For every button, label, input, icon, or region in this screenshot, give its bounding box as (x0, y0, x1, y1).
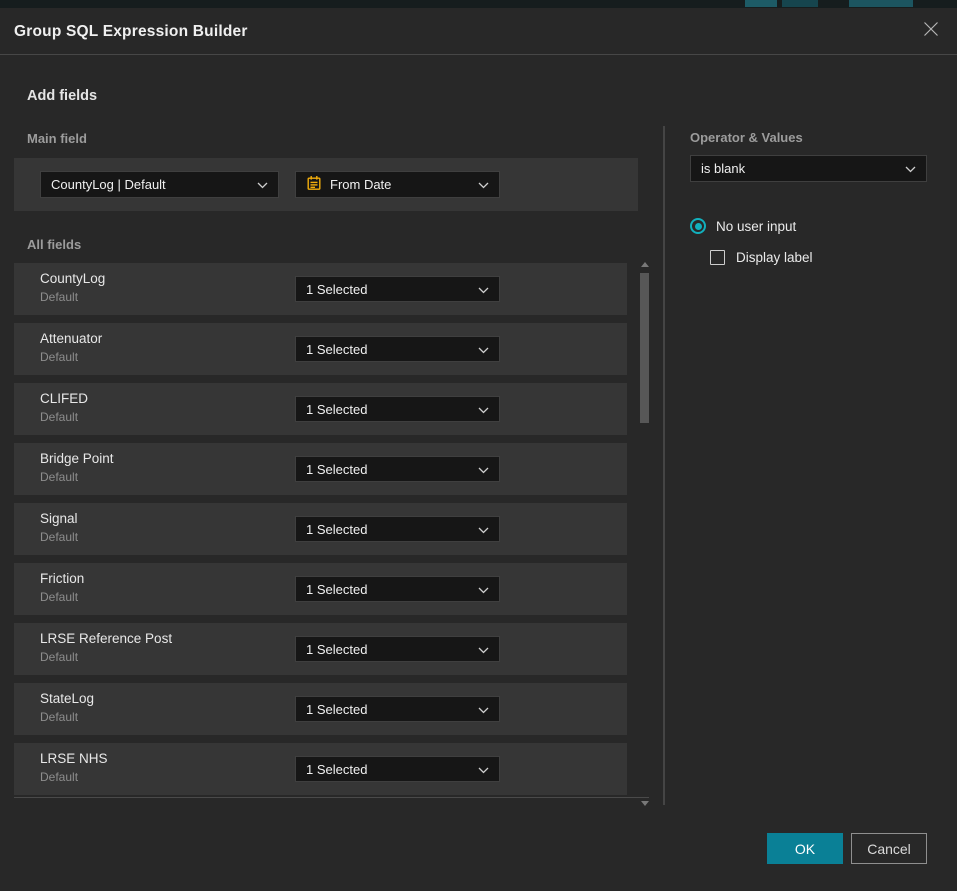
field-subtitle: Default (40, 350, 78, 364)
field-row-lrse-nhs: LRSE NHS Default 1 Selected (14, 743, 627, 795)
background-fragment (745, 0, 777, 7)
dropdown-value: 1 Selected (306, 282, 367, 297)
dropdown-value: 1 Selected (306, 582, 367, 597)
field-row-statelog: StateLog Default 1 Selected (14, 683, 627, 735)
field-name: CLIFED (40, 391, 88, 406)
main-field-dropdown[interactable]: From Date (295, 171, 500, 198)
scrollbar-thumb[interactable] (640, 273, 649, 423)
dropdown-value: 1 Selected (306, 642, 367, 657)
field-row-friction: Friction Default 1 Selected (14, 563, 627, 615)
dialog-header: Group SQL Expression Builder (0, 8, 957, 55)
field-selected-dropdown[interactable]: 1 Selected (295, 756, 500, 782)
radio-label: No user input (716, 219, 796, 234)
field-row-signal: Signal Default 1 Selected (14, 503, 627, 555)
field-name: LRSE NHS (40, 751, 108, 766)
checkbox-unchecked-icon (710, 250, 725, 265)
chevron-down-icon (478, 342, 489, 357)
field-row-lrse-reference-post: LRSE Reference Post Default 1 Selected (14, 623, 627, 675)
chevron-down-icon (478, 522, 489, 537)
chevron-down-icon (478, 177, 489, 192)
main-field-dropdown-value: From Date (330, 177, 391, 192)
no-user-input-radio[interactable]: No user input (690, 218, 796, 234)
field-selected-dropdown[interactable]: 1 Selected (295, 696, 500, 722)
background-fragment (782, 0, 818, 7)
chevron-down-icon (478, 402, 489, 417)
dropdown-value: 1 Selected (306, 402, 367, 417)
chevron-down-icon (905, 161, 916, 176)
chevron-down-icon (257, 177, 268, 192)
display-label-checkbox[interactable]: Display label (710, 250, 813, 265)
field-name: LRSE Reference Post (40, 631, 172, 646)
scrollbar-up-arrow-icon[interactable] (641, 262, 649, 267)
group-sql-expression-builder-dialog: Group SQL Expression Builder Add fields … (0, 8, 957, 891)
chevron-down-icon (478, 462, 489, 477)
layer-dropdown-value: CountyLog | Default (51, 177, 166, 192)
chevron-down-icon (478, 582, 489, 597)
list-bottom-edge (14, 797, 649, 798)
dropdown-value: 1 Selected (306, 762, 367, 777)
field-name: Friction (40, 571, 84, 586)
all-fields-label: All fields (27, 237, 81, 252)
dropdown-value: 1 Selected (306, 342, 367, 357)
main-field-panel: CountyLog | Default (14, 158, 638, 211)
ok-button[interactable]: OK (767, 833, 843, 864)
field-subtitle: Default (40, 290, 78, 304)
field-subtitle: Default (40, 650, 78, 664)
radio-selected-icon (690, 218, 706, 234)
field-selected-dropdown[interactable]: 1 Selected (295, 336, 500, 362)
field-selected-dropdown[interactable]: 1 Selected (295, 576, 500, 602)
field-name: Bridge Point (40, 451, 114, 466)
field-row-bridge-point: Bridge Point Default 1 Selected (14, 443, 627, 495)
field-name: StateLog (40, 691, 94, 706)
cancel-button[interactable]: Cancel (851, 833, 927, 864)
field-subtitle: Default (40, 530, 78, 544)
chevron-down-icon (478, 702, 489, 717)
field-row-clifed: CLIFED Default 1 Selected (14, 383, 627, 435)
close-icon (923, 21, 939, 42)
operator-dropdown[interactable]: is blank (690, 155, 927, 182)
dropdown-value: 1 Selected (306, 702, 367, 717)
close-button[interactable] (920, 20, 942, 42)
layer-dropdown[interactable]: CountyLog | Default (40, 171, 279, 198)
field-selected-dropdown[interactable]: 1 Selected (295, 636, 500, 662)
main-field-label: Main field (27, 131, 87, 146)
calendar-date-icon (306, 175, 322, 194)
field-row-attenuator: Attenuator Default 1 Selected (14, 323, 627, 375)
field-subtitle: Default (40, 590, 78, 604)
background-app-sliver (0, 0, 957, 8)
field-subtitle: Default (40, 410, 78, 424)
chevron-down-icon (478, 762, 489, 777)
chevron-down-icon (478, 282, 489, 297)
operator-values-label: Operator & Values (690, 130, 803, 145)
field-subtitle: Default (40, 710, 78, 724)
dialog-title: Group SQL Expression Builder (14, 8, 248, 55)
dropdown-value: 1 Selected (306, 522, 367, 537)
field-selected-dropdown[interactable]: 1 Selected (295, 396, 500, 422)
panel-divider (663, 126, 665, 805)
field-name: Attenuator (40, 331, 102, 346)
add-fields-heading: Add fields (27, 88, 97, 104)
operator-dropdown-value: is blank (701, 161, 745, 176)
field-name: Signal (40, 511, 78, 526)
background-fragment (849, 0, 913, 7)
chevron-down-icon (478, 642, 489, 657)
field-name: CountyLog (40, 271, 105, 286)
field-selected-dropdown[interactable]: 1 Selected (295, 516, 500, 542)
scrollbar-down-arrow-icon[interactable] (641, 801, 649, 806)
screen: Group SQL Expression Builder Add fields … (0, 0, 957, 891)
field-row-countylog: CountyLog Default 1 Selected (14, 263, 627, 315)
field-selected-dropdown[interactable]: 1 Selected (295, 456, 500, 482)
field-selected-dropdown[interactable]: 1 Selected (295, 276, 500, 302)
dropdown-value: 1 Selected (306, 462, 367, 477)
field-subtitle: Default (40, 770, 78, 784)
field-subtitle: Default (40, 470, 78, 484)
checkbox-label: Display label (736, 250, 813, 265)
